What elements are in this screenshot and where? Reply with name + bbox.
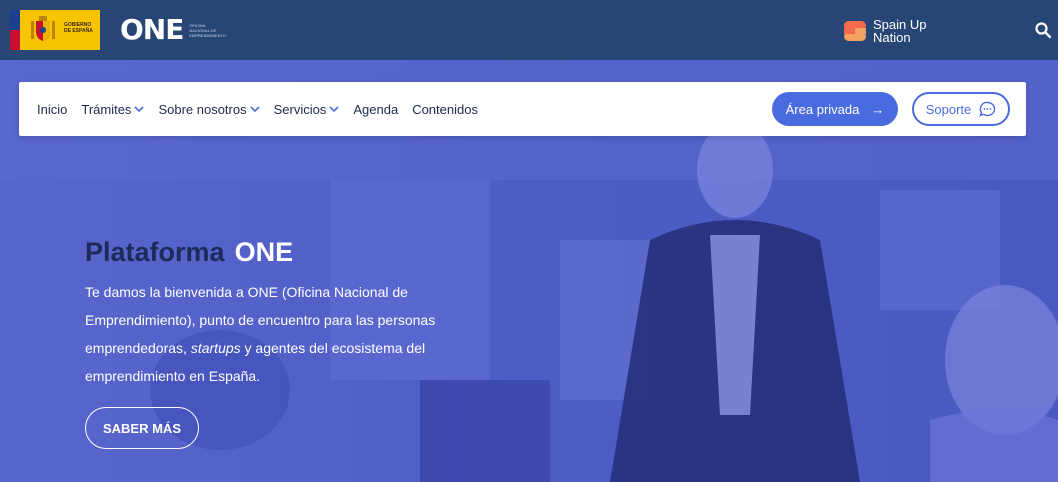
- gobierno-text: GOBIERNO DE ESPAÑA: [64, 22, 93, 34]
- top-header: GOBIERNO DE ESPAÑA ONE OFICINA NACIONAL …: [0, 0, 1058, 60]
- hero-description: Te damos la bienvenida a ONE (Oficina Na…: [85, 284, 436, 384]
- search-icon[interactable]: [1034, 21, 1052, 39]
- chevron-down-icon: [134, 106, 145, 113]
- spain-up-nation-logo[interactable]: Spain Up Nation: [843, 18, 943, 44]
- saber-mas-button[interactable]: SABER MÁS: [85, 407, 199, 449]
- nav-item-inicio[interactable]: Inicio: [37, 102, 67, 117]
- one-logo[interactable]: ONE OFICINA NACIONAL DE EMPRENDIMIENTO: [120, 14, 229, 46]
- area-privada-button[interactable]: Área privada →: [772, 92, 898, 126]
- nav-item-sobre-nosotros[interactable]: Sobre nosotros: [158, 102, 260, 117]
- chat-bubble-icon: [979, 101, 996, 117]
- eu-flag-stripe: [10, 10, 20, 50]
- gobierno-de-espana-logo[interactable]: GOBIERNO DE ESPAÑA: [10, 10, 100, 50]
- chevron-down-icon: [329, 106, 339, 113]
- hero-title-one: ONE: [234, 237, 294, 267]
- nav-item-servicios[interactable]: Servicios: [274, 102, 340, 117]
- spain-up-s-icon: [844, 21, 866, 41]
- soporte-button[interactable]: Soporte: [912, 92, 1010, 126]
- hero-title-plataforma: Plataforma: [85, 237, 225, 267]
- main-navigation: Inicio Trámites Sobre nosotros Servicios…: [19, 82, 1026, 136]
- one-logo-mark: ONE: [120, 13, 184, 46]
- startups-emphasis: startups: [190, 340, 241, 356]
- spain-up-text: Spain Up Nation: [873, 17, 927, 45]
- chevron-down-icon: [250, 106, 260, 113]
- nav-item-contenidos[interactable]: Contenidos: [412, 102, 478, 117]
- nav-item-agenda[interactable]: Agenda: [353, 102, 398, 117]
- one-logo-subtitle: OFICINA NACIONAL DE EMPRENDIMIENTO: [189, 22, 226, 38]
- nav-item-tramites[interactable]: Trámites: [81, 102, 145, 117]
- nav-menu: Inicio Trámites Sobre nosotros Servicios…: [37, 82, 492, 136]
- spain-coat-of-arms-icon: [31, 16, 55, 41]
- arrow-right-icon: →: [871, 101, 885, 117]
- hero-title: Plataforma ONE: [85, 234, 293, 270]
